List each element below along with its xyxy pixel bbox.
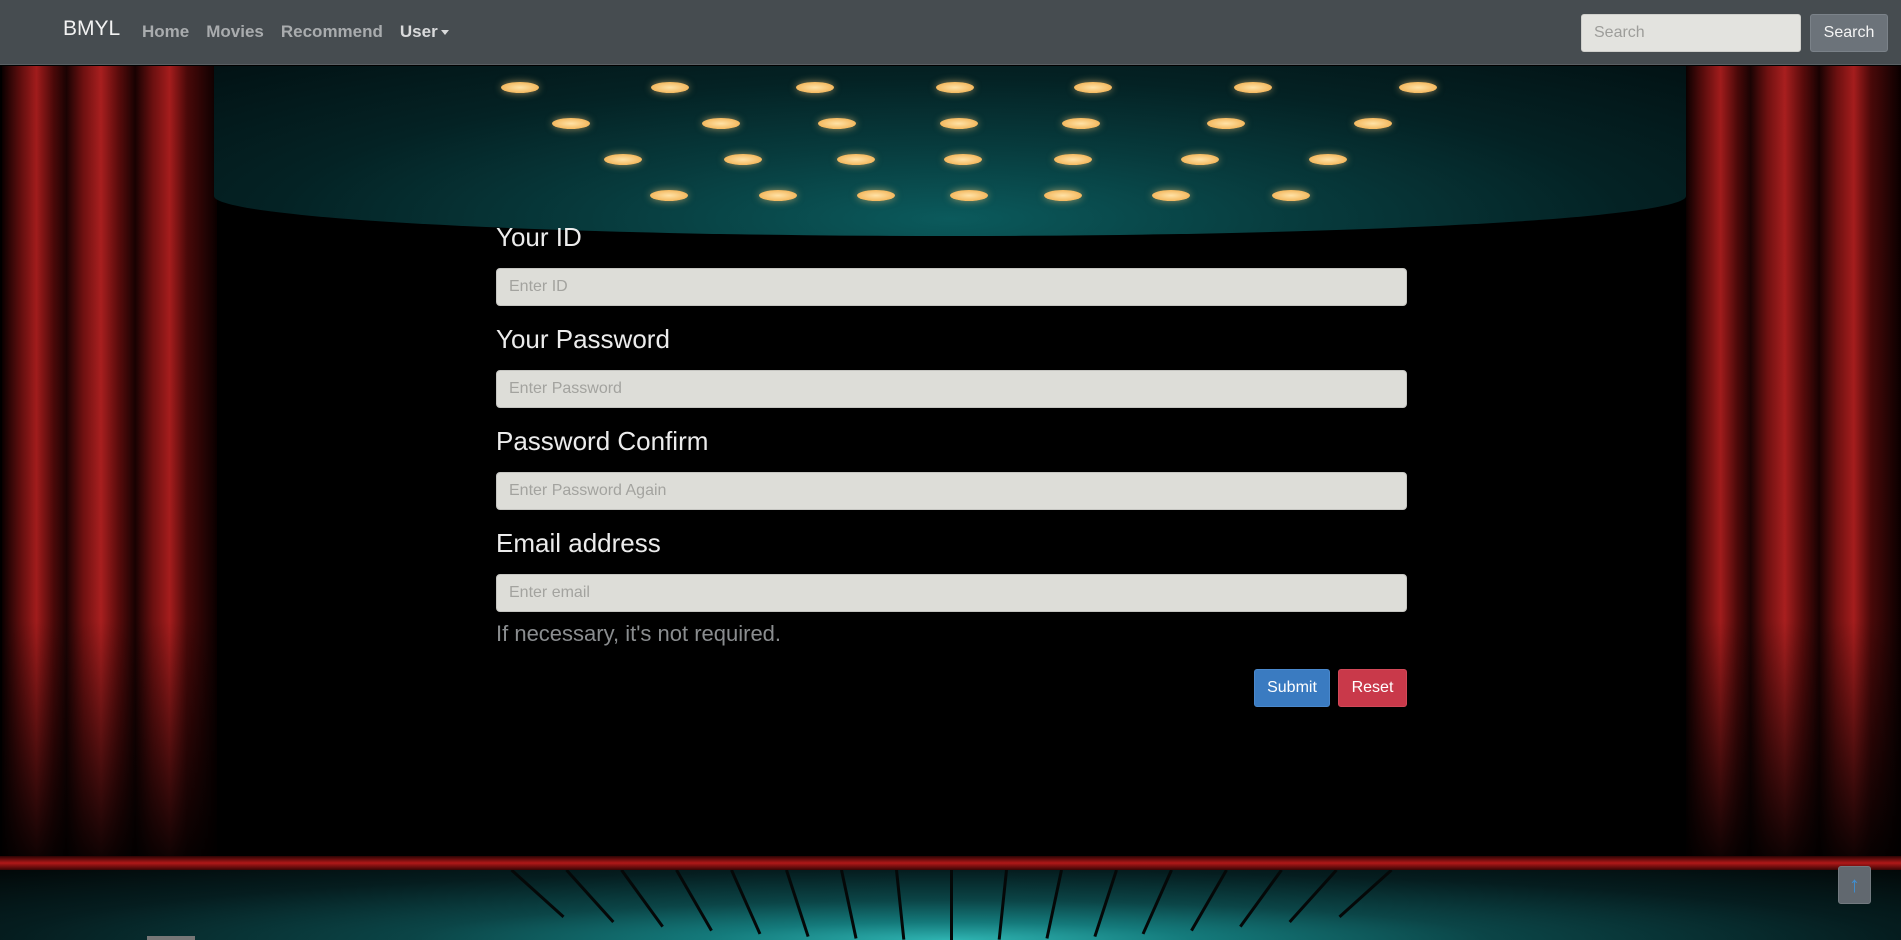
right-curtain	[1686, 66, 1901, 856]
light-bulb	[1062, 118, 1100, 129]
ceiling-lights	[214, 66, 1686, 236]
light-bulb	[950, 190, 988, 201]
search-input[interactable]	[1581, 14, 1801, 52]
password-confirm-label: Password Confirm	[496, 426, 709, 456]
light-bulb	[1309, 154, 1347, 165]
light-bulb	[944, 154, 982, 165]
stage-floor	[0, 870, 1901, 940]
light-bulb	[818, 118, 856, 129]
light-bulb	[936, 82, 974, 93]
floor-plank-line	[565, 870, 615, 924]
light-bulb	[604, 154, 642, 165]
light-bulb	[1044, 190, 1082, 201]
light-bulb	[501, 82, 539, 93]
nav-link-movies[interactable]: Movies	[206, 22, 264, 42]
nav-links: Home Movies Recommend User	[142, 22, 466, 42]
brand-logo[interactable]: BMYL	[63, 17, 120, 41]
floor-plank-line	[1190, 870, 1228, 932]
email-input[interactable]	[496, 574, 1407, 612]
floor-plank-line	[620, 870, 664, 928]
light-bulb	[1234, 82, 1272, 93]
password-input[interactable]	[496, 370, 1407, 408]
floor-plank-line	[950, 870, 953, 940]
floor-plank-line	[1045, 870, 1063, 939]
light-bulb	[857, 190, 895, 201]
top-navbar: BMYL Home Movies Recommend User Search	[0, 0, 1901, 65]
stage-edge	[0, 856, 1901, 870]
scroll-to-top-button[interactable]: ↑	[1838, 866, 1871, 904]
light-bulb	[759, 190, 797, 201]
floor-plank-line	[1338, 870, 1393, 918]
reset-button[interactable]: Reset	[1338, 669, 1407, 707]
floor-plank-line	[675, 870, 713, 932]
floor-plank-line	[510, 870, 565, 918]
floor-plank-line	[1288, 870, 1338, 924]
light-bulb	[1272, 190, 1310, 201]
password-label: Your Password	[496, 324, 670, 354]
nav-dropdown-user-label: User	[399, 22, 438, 41]
nav-link-recommend[interactable]: Recommend	[281, 22, 383, 42]
id-input[interactable]	[496, 268, 1407, 306]
light-bulb	[552, 118, 590, 129]
light-bulb	[1054, 154, 1092, 165]
floor-plank-line	[785, 870, 810, 938]
light-bulb	[1399, 82, 1437, 93]
light-bulb	[1152, 190, 1190, 201]
light-bulb	[837, 154, 875, 165]
light-bulb	[724, 154, 762, 165]
email-label: Email address	[496, 528, 661, 558]
floor-plank-line	[1093, 870, 1118, 938]
light-bulb	[1354, 118, 1392, 129]
left-curtain	[2, 66, 217, 856]
nav-dropdown-user[interactable]: User	[400, 22, 449, 42]
floor-plank-line	[997, 870, 1008, 940]
id-label: Your ID	[496, 222, 582, 252]
floor-plank-line	[1239, 870, 1283, 928]
floor-plank-line	[1141, 870, 1173, 935]
light-bulb	[940, 118, 978, 129]
arrow-up-icon: ↑	[1849, 872, 1860, 897]
light-bulb	[1181, 154, 1219, 165]
horizontal-scrollbar-thumb[interactable]	[147, 936, 195, 940]
caret-down-icon	[440, 30, 449, 36]
floor-plank-line	[730, 870, 762, 935]
email-help-text: If necessary, it's not required.	[496, 621, 782, 646]
submit-button[interactable]: Submit	[1254, 669, 1330, 707]
light-bulb	[1074, 82, 1112, 93]
password-confirm-input[interactable]	[496, 472, 1407, 510]
nav-link-home[interactable]: Home	[142, 22, 189, 42]
light-bulb	[1207, 118, 1245, 129]
floor-plank-line	[840, 870, 858, 939]
light-bulb	[650, 190, 688, 201]
light-bulb	[651, 82, 689, 93]
floor-plank-line	[895, 870, 906, 940]
light-bulb	[702, 118, 740, 129]
search-button[interactable]: Search	[1810, 14, 1888, 52]
light-bulb	[796, 82, 834, 93]
